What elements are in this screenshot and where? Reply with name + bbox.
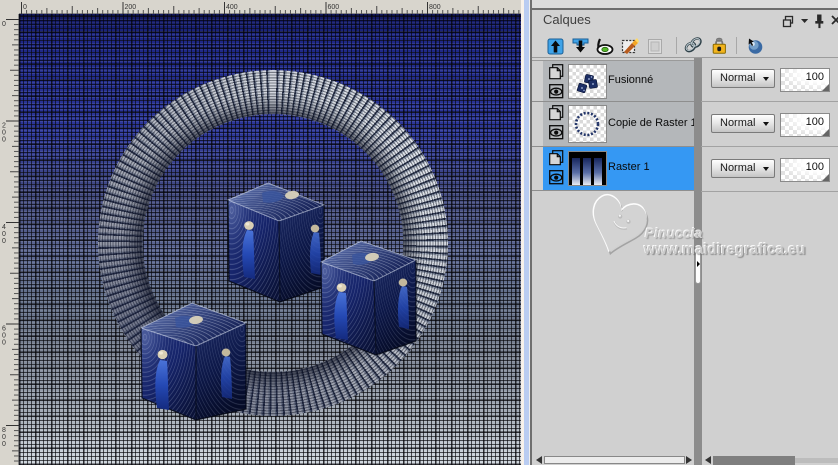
svg-text:0: 0 <box>2 231 6 238</box>
svg-text:400: 400 <box>226 4 238 11</box>
svg-text:200: 200 <box>125 4 137 11</box>
svg-text:0: 0 <box>2 333 6 340</box>
svg-text:0: 0 <box>2 137 6 144</box>
svg-text:600: 600 <box>328 4 340 11</box>
svg-text:0: 0 <box>2 441 6 448</box>
svg-text:0: 0 <box>23 4 27 11</box>
svg-text:6: 6 <box>2 326 6 333</box>
svg-text:800: 800 <box>429 4 441 11</box>
svg-text:0: 0 <box>2 340 6 347</box>
svg-text:0: 0 <box>2 434 6 441</box>
svg-text:0: 0 <box>2 130 6 137</box>
svg-text:4: 4 <box>2 224 6 231</box>
svg-text:2: 2 <box>2 123 6 130</box>
svg-text:0: 0 <box>2 21 6 28</box>
svg-text:0: 0 <box>2 238 6 245</box>
svg-text:8: 8 <box>2 427 6 434</box>
